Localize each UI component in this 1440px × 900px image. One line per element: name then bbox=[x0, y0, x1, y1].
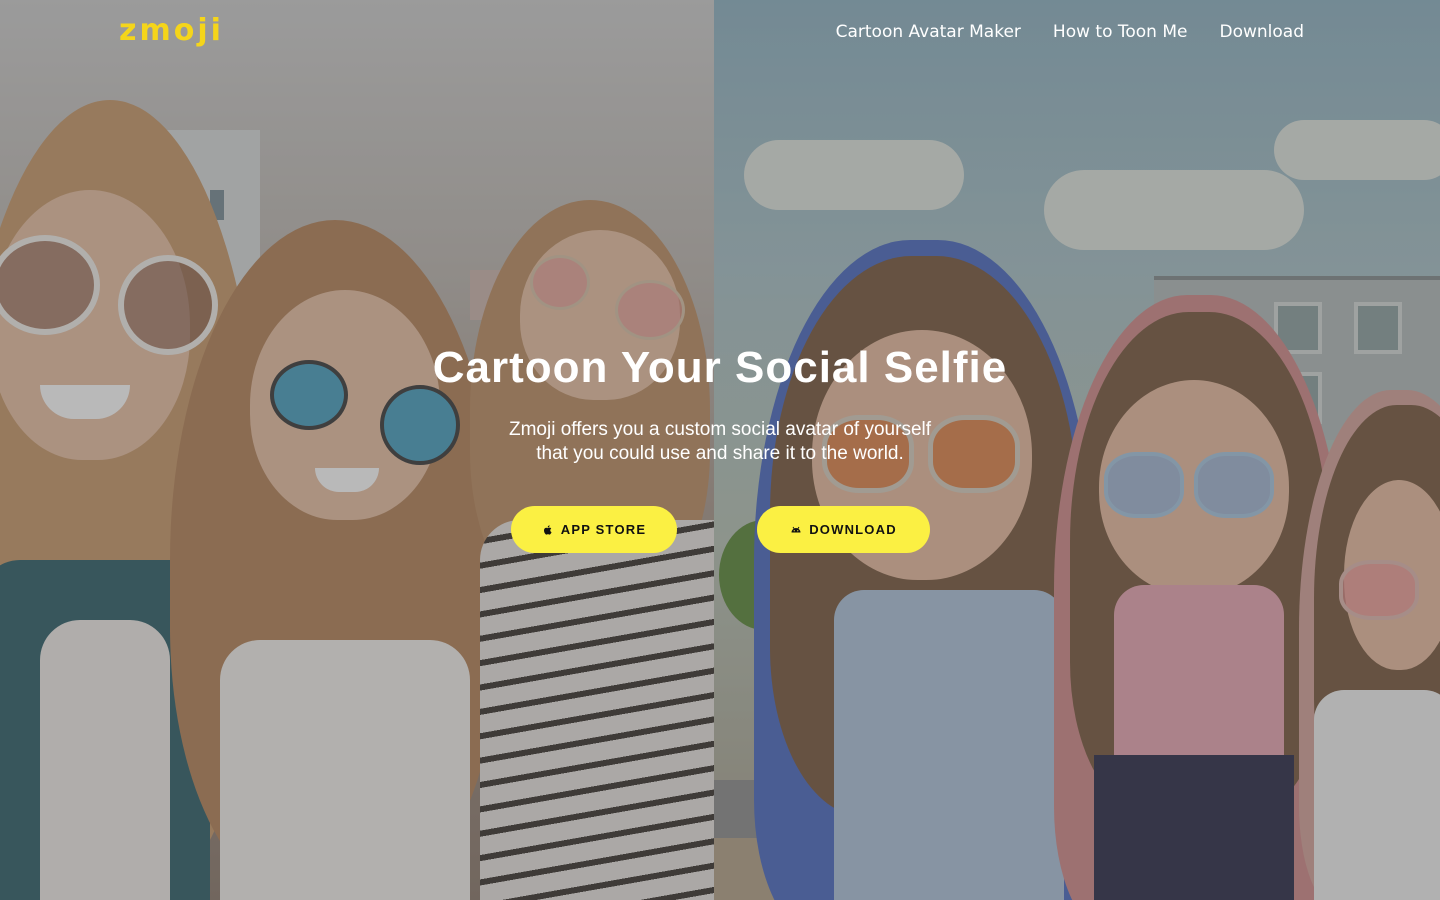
nav-links: Cartoon Avatar Maker How to Toon Me Down… bbox=[836, 20, 1304, 44]
app-store-button-label: APP STORE bbox=[560, 522, 647, 537]
nav-link-how-to-toon-me[interactable]: How to Toon Me bbox=[1053, 20, 1188, 44]
download-button-label: DOWNLOAD bbox=[809, 522, 897, 537]
hero-subtitle-line2: that you could use and share it to the w… bbox=[536, 443, 904, 464]
apple-icon bbox=[543, 524, 552, 535]
nav-link-cartoon-avatar-maker[interactable]: Cartoon Avatar Maker bbox=[836, 20, 1021, 44]
nav-link-download[interactable]: Download bbox=[1219, 20, 1304, 44]
hero-subtitle-line1: Zmoji offers you a custom social avatar … bbox=[508, 419, 932, 440]
app-store-button[interactable]: APP STORE bbox=[511, 506, 677, 553]
android-icon bbox=[791, 526, 801, 532]
hero-subtitle: Zmoji offers you a custom social avatar … bbox=[420, 418, 1020, 466]
top-navbar: zmoji Cartoon Avatar Maker How to Toon M… bbox=[0, 0, 1440, 64]
zmoji-logo[interactable]: zmoji bbox=[119, 14, 224, 48]
hero-title: Cartoon Your Social Selfie bbox=[432, 343, 1008, 392]
download-button[interactable]: DOWNLOAD bbox=[757, 506, 930, 553]
